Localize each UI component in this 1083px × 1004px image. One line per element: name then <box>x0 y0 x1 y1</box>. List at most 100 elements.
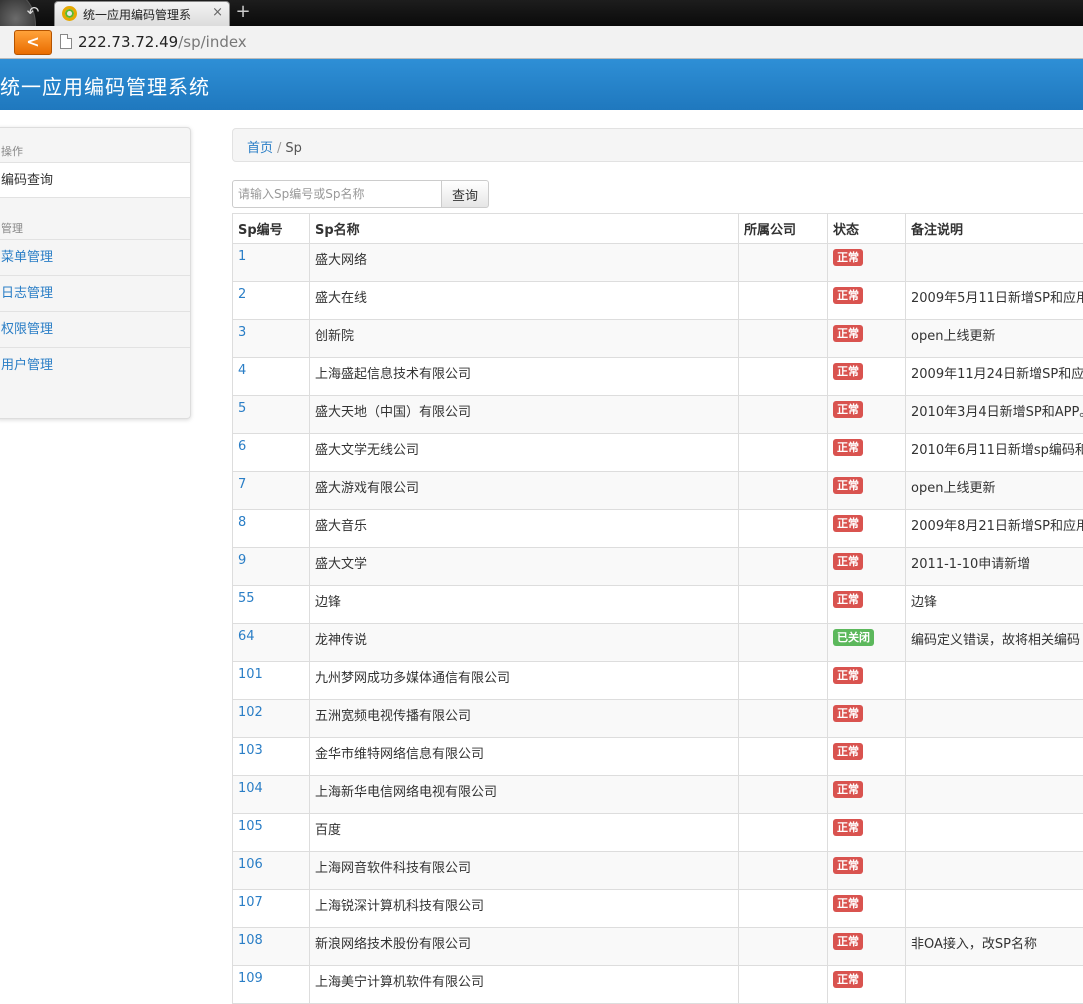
status-badge: 正常 <box>833 667 863 684</box>
status-badge: 正常 <box>833 591 863 608</box>
sp-id-link[interactable]: 104 <box>238 781 263 796</box>
sidebar-item-permission-management[interactable]: 权限管理 <box>0 311 190 347</box>
column-header-sp-id: Sp编号 <box>233 214 310 244</box>
cell-status: 正常 <box>828 244 906 282</box>
cell-sp-id: 101 <box>233 662 310 700</box>
sidebar-item-code-query[interactable]: 编码查询 <box>0 162 190 198</box>
cell-note: 2010年3月4日新增SP和APP。 <box>906 396 1083 434</box>
cell-sp-id: 103 <box>233 738 310 776</box>
breadcrumb: 首页/Sp <box>232 128 1083 162</box>
sidebar-item-user-management[interactable]: 用户管理 <box>0 347 190 383</box>
table-row: 1盛大网络正常 <box>233 244 1083 282</box>
sidebar: 操作 编码查询 管理 菜单管理 日志管理 权限管理 用户管理 <box>0 127 191 419</box>
cell-status: 正常 <box>828 776 906 814</box>
table-body: 1盛大网络正常2盛大在线正常2009年5月11日新增SP和应用3创新院正常ope… <box>233 244 1083 1004</box>
url-field[interactable]: 222.73.72.49/sp/index <box>78 33 247 51</box>
browser-tab-bar: ↶ 统一应用编码管理系 × + <box>0 0 1083 26</box>
cell-sp-id: 64 <box>233 624 310 662</box>
table-row: 103金华市维特网络信息有限公司正常 <box>233 738 1083 776</box>
sp-id-link[interactable]: 103 <box>238 743 263 758</box>
sp-id-link[interactable]: 7 <box>238 477 246 492</box>
sp-id-link[interactable]: 109 <box>238 971 263 986</box>
sp-id-link[interactable]: 106 <box>238 857 263 872</box>
status-badge: 正常 <box>833 287 863 304</box>
status-badge: 正常 <box>833 971 863 988</box>
sp-id-link[interactable]: 6 <box>238 439 246 454</box>
status-badge: 正常 <box>833 857 863 874</box>
cell-note <box>906 852 1083 890</box>
close-tab-icon[interactable]: × <box>212 5 223 20</box>
cell-sp-name: 龙神传说 <box>310 624 739 662</box>
column-header-note: 备注说明 <box>906 214 1083 244</box>
sp-id-link[interactable]: 2 <box>238 287 246 302</box>
app-title[interactable]: 统一应用编码管理系统 <box>0 71 210 100</box>
address-bar: < 222.73.72.49/sp/index <box>0 26 1083 59</box>
browser-tab[interactable]: 统一应用编码管理系 × <box>54 1 230 26</box>
breadcrumb-separator: / <box>273 141 285 156</box>
sp-id-link[interactable]: 3 <box>238 325 246 340</box>
sp-id-link[interactable]: 102 <box>238 705 263 720</box>
status-badge: 正常 <box>833 515 863 532</box>
table-row: 2盛大在线正常2009年5月11日新增SP和应用 <box>233 282 1083 320</box>
sp-id-link[interactable]: 55 <box>238 591 255 606</box>
cell-status: 正常 <box>828 396 906 434</box>
cell-company <box>739 814 828 852</box>
breadcrumb-home-link[interactable]: 首页 <box>247 141 273 156</box>
cell-company <box>739 244 828 282</box>
undo-arrow-icon[interactable]: ↶ <box>22 2 44 22</box>
sp-id-link[interactable]: 8 <box>238 515 246 530</box>
sp-id-link[interactable]: 101 <box>238 667 263 682</box>
sp-id-link[interactable]: 108 <box>238 933 263 948</box>
cell-company <box>739 548 828 586</box>
cell-sp-id: 4 <box>233 358 310 396</box>
sidebar-item-menu-management[interactable]: 菜单管理 <box>0 239 190 275</box>
status-badge: 已关闭 <box>833 629 874 646</box>
cell-sp-id: 3 <box>233 320 310 358</box>
cell-sp-name: 金华市维特网络信息有限公司 <box>310 738 739 776</box>
cell-status: 正常 <box>828 358 906 396</box>
cell-status: 正常 <box>828 434 906 472</box>
cell-company <box>739 624 828 662</box>
table-row: 108新浪网络技术股份有限公司正常非OA接入，改SP名称 <box>233 928 1083 966</box>
cell-note <box>906 662 1083 700</box>
back-button[interactable]: < <box>14 30 52 55</box>
cell-note <box>906 700 1083 738</box>
sidebar-item-log-management[interactable]: 日志管理 <box>0 275 190 311</box>
cell-company <box>739 434 828 472</box>
cell-company <box>739 662 828 700</box>
status-badge: 正常 <box>833 401 863 418</box>
status-badge: 正常 <box>833 363 863 380</box>
sp-id-link[interactable]: 5 <box>238 401 246 416</box>
table-row: 101 九州梦网成功多媒体通信有限公司 正常 <box>233 662 1083 700</box>
cell-note <box>906 966 1083 1004</box>
table-row: 55边锋正常边锋 <box>233 586 1083 624</box>
sp-id-link[interactable]: 9 <box>238 553 246 568</box>
table-row: 9盛大文学正常2011-1-10申请新增 <box>233 548 1083 586</box>
table-row: 8盛大音乐正常2009年8月21日新增SP和应用 <box>233 510 1083 548</box>
search-input[interactable] <box>232 180 442 208</box>
sp-id-link[interactable]: 4 <box>238 363 246 378</box>
cell-sp-id: 6 <box>233 434 310 472</box>
sp-id-link[interactable]: 1 <box>238 249 246 264</box>
cell-sp-id: 107 <box>233 890 310 928</box>
cell-sp-name: 九州梦网成功多媒体通信有限公司 <box>310 662 739 700</box>
table-header-row: Sp编号 Sp名称 所属公司 状态 备注说明 <box>233 214 1083 244</box>
status-badge: 正常 <box>833 553 863 570</box>
cell-sp-name: 上海锐深计算机科技有限公司 <box>310 890 739 928</box>
sp-id-link[interactable]: 105 <box>238 819 263 834</box>
cell-company <box>739 890 828 928</box>
cell-sp-id: 102 <box>233 700 310 738</box>
breadcrumb-current: Sp <box>285 141 302 156</box>
app-header: 统一应用编码管理系统 <box>0 59 1083 110</box>
cell-status: 正常 <box>828 472 906 510</box>
cell-note <box>906 244 1083 282</box>
table-row: 5盛大天地（中国）有限公司正常2010年3月4日新增SP和APP。 <box>233 396 1083 434</box>
search-button[interactable]: 查询 <box>441 180 489 208</box>
url-path: /sp/index <box>178 33 246 51</box>
cell-company <box>739 586 828 624</box>
sp-id-link[interactable]: 107 <box>238 895 263 910</box>
sp-id-link[interactable]: 64 <box>238 629 255 644</box>
cell-sp-name: 盛大文学无线公司 <box>310 434 739 472</box>
column-header-sp-name: Sp名称 <box>310 214 739 244</box>
new-tab-button[interactable]: + <box>234 2 252 22</box>
